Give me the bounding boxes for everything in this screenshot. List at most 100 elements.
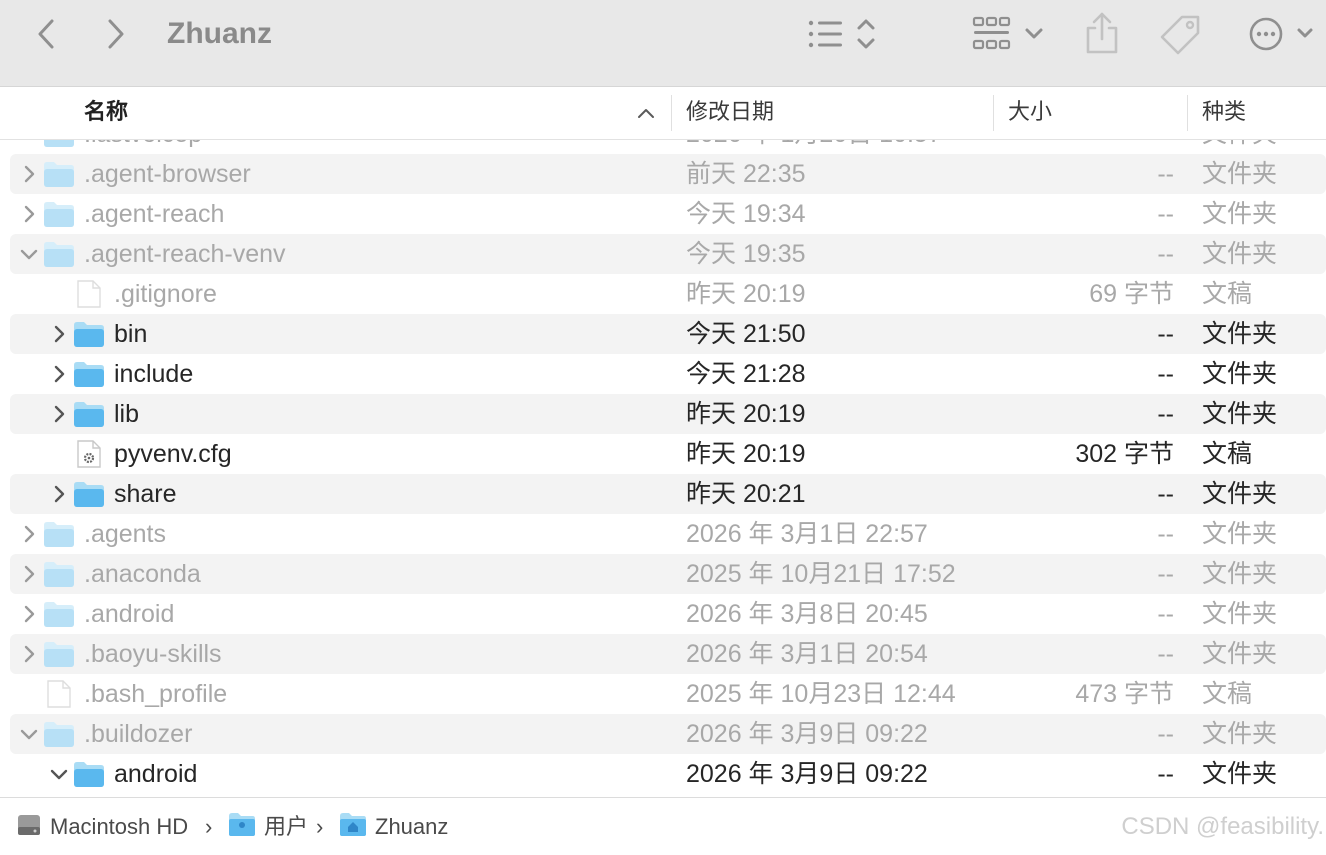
- forward-button[interactable]: [98, 14, 134, 54]
- file-date: 2026 年 1月20日 10:57: [686, 140, 942, 154]
- users-folder-icon[interactable]: [228, 811, 256, 837]
- more-actions-button[interactable]: [1244, 12, 1318, 56]
- folder-icon: [74, 322, 104, 347]
- column-header-size[interactable]: 大小: [1008, 87, 1052, 139]
- file-date: 今天 21:50: [686, 320, 806, 348]
- file-size: --: [1157, 760, 1174, 788]
- path-bar: Macintosh HD › 用户 › Zhuanz CSDN @feasibi…: [0, 797, 1326, 847]
- file-name: .agent-browser: [84, 160, 251, 188]
- file-kind: 文稿: [1202, 280, 1253, 308]
- column-header-kind[interactable]: 种类: [1202, 87, 1246, 139]
- share-button[interactable]: [1080, 10, 1124, 58]
- file-row[interactable]: .gitignore 昨天 20:19 69 字节 文稿: [10, 274, 1326, 314]
- file-size: --: [1157, 560, 1174, 588]
- file-row[interactable]: lib 昨天 20:19 -- 文件夹: [10, 394, 1326, 434]
- tag-icon: [1160, 15, 1200, 55]
- file-name: lib: [114, 400, 140, 428]
- file-size: --: [1157, 600, 1174, 628]
- chevron-left-icon: [38, 19, 54, 49]
- folder-icon: [44, 602, 74, 627]
- file-size: --: [1157, 320, 1174, 348]
- file-kind: 文稿: [1202, 680, 1253, 708]
- path-item-zhuanz[interactable]: Zhuanz: [375, 798, 448, 847]
- chevron-right-icon: [108, 19, 124, 49]
- home-folder-icon[interactable]: [339, 811, 367, 837]
- folder-icon: [44, 562, 74, 587]
- disclosure-chevron-right-icon[interactable]: [19, 644, 39, 664]
- group-button[interactable]: [968, 12, 1048, 56]
- file-date: 2025 年 10月21日 17:52: [686, 560, 956, 588]
- file-name: .agent-reach-venv: [84, 240, 286, 268]
- file-row[interactable]: .buildozer 2026 年 3月9日 09:22 -- 文件夹: [10, 714, 1326, 754]
- file-date: 昨天 20:19: [686, 400, 806, 428]
- column-divider[interactable]: [671, 95, 672, 131]
- file-list[interactable]: .lastvoicep 2026 年 1月20日 10:57 -- 文件夹 .a…: [0, 140, 1326, 796]
- folder-icon: [74, 402, 104, 427]
- disclosure-chevron-right-icon[interactable]: [49, 364, 69, 384]
- file-row[interactable]: pyvenv.cfg 昨天 20:19 302 字节 文稿: [10, 434, 1326, 474]
- disclosure-chevron-right-icon[interactable]: [19, 164, 39, 184]
- view-mode-button[interactable]: [802, 12, 884, 56]
- file-date: 今天 21:28: [686, 360, 806, 388]
- config-file-icon: [77, 440, 101, 468]
- path-item-macintosh-hd[interactable]: Macintosh HD: [50, 798, 188, 847]
- file-size: --: [1157, 520, 1174, 548]
- file-row[interactable]: include 今天 21:28 -- 文件夹: [10, 354, 1326, 394]
- file-kind: 文件夹: [1202, 640, 1278, 668]
- disclosure-chevron-right-icon[interactable]: [49, 324, 69, 344]
- path-item-users[interactable]: 用户: [264, 798, 308, 847]
- file-row[interactable]: .agents 2026 年 3月1日 22:57 -- 文件夹: [10, 514, 1326, 554]
- folder-icon: [44, 202, 74, 227]
- folder-icon: [44, 242, 74, 267]
- column-divider[interactable]: [1187, 95, 1188, 131]
- list-view-icon: [808, 19, 875, 49]
- file-row[interactable]: .anaconda 2025 年 10月21日 17:52 -- 文件夹: [10, 554, 1326, 594]
- back-button[interactable]: [28, 14, 64, 54]
- file-name: .android: [84, 600, 175, 628]
- column-header-date[interactable]: 修改日期: [686, 87, 774, 139]
- disclosure-chevron-right-icon[interactable]: [19, 204, 39, 224]
- folder-icon: [74, 762, 104, 787]
- file-row[interactable]: .agent-browser 前天 22:35 -- 文件夹: [10, 154, 1326, 194]
- file-size: 473 字节: [1075, 680, 1174, 708]
- file-row[interactable]: .agent-reach-venv 今天 19:35 -- 文件夹: [10, 234, 1326, 274]
- tag-button[interactable]: [1158, 12, 1204, 58]
- file-row[interactable]: share 昨天 20:21 -- 文件夹: [10, 474, 1326, 514]
- disclosure-chevron-right-icon[interactable]: [49, 484, 69, 504]
- path-separator: ›: [205, 814, 213, 839]
- file-date: 2026 年 3月9日 09:22: [686, 760, 928, 788]
- file-size: 302 字节: [1075, 440, 1174, 468]
- file-row[interactable]: android 2026 年 3月9日 09:22 -- 文件夹: [10, 754, 1326, 794]
- document-icon: [77, 280, 101, 308]
- disclosure-chevron-right-icon[interactable]: [19, 564, 39, 584]
- folder-icon: [74, 362, 104, 387]
- file-size: --: [1157, 140, 1174, 154]
- file-name: .buildozer: [84, 720, 193, 748]
- sort-ascending-icon[interactable]: [634, 101, 658, 125]
- file-size: --: [1157, 240, 1174, 268]
- file-date: 2026 年 3月8日 20:45: [686, 600, 928, 628]
- watermark: CSDN @feasibility.: [1121, 813, 1324, 840]
- file-row[interactable]: .bash_profile 2025 年 10月23日 12:44 473 字节 文稿: [10, 674, 1326, 714]
- column-header-name[interactable]: 名称: [84, 87, 128, 139]
- file-kind: 文件夹: [1202, 520, 1278, 548]
- file-row[interactable]: .android 2026 年 3月8日 20:45 -- 文件夹: [10, 594, 1326, 634]
- file-kind: 文件夹: [1202, 140, 1277, 154]
- disclosure-chevron-right-icon[interactable]: [19, 604, 39, 624]
- file-size: --: [1157, 200, 1174, 228]
- file-row[interactable]: .agent-reach 今天 19:34 -- 文件夹: [10, 194, 1326, 234]
- disclosure-chevron-right-icon[interactable]: [49, 404, 69, 424]
- file-name: share: [114, 480, 177, 508]
- column-divider[interactable]: [993, 95, 994, 131]
- hard-drive-icon[interactable]: [16, 812, 42, 838]
- disclosure-chevron-down-icon[interactable]: [19, 244, 39, 264]
- file-name: .bash_profile: [84, 680, 228, 708]
- file-row[interactable]: .baoyu-skills 2026 年 3月1日 20:54 -- 文件夹: [10, 634, 1326, 674]
- file-size: --: [1157, 640, 1174, 668]
- file-row[interactable]: bin 今天 21:50 -- 文件夹: [10, 314, 1326, 354]
- disclosure-chevron-down-icon[interactable]: [49, 764, 69, 784]
- disclosure-chevron-right-icon[interactable]: [19, 524, 39, 544]
- disclosure-chevron-down-icon[interactable]: [19, 724, 39, 744]
- file-kind: 文件夹: [1202, 160, 1278, 188]
- file-row-partial[interactable]: .lastvoicep 2026 年 1月20日 10:57 -- 文件夹: [10, 140, 1326, 154]
